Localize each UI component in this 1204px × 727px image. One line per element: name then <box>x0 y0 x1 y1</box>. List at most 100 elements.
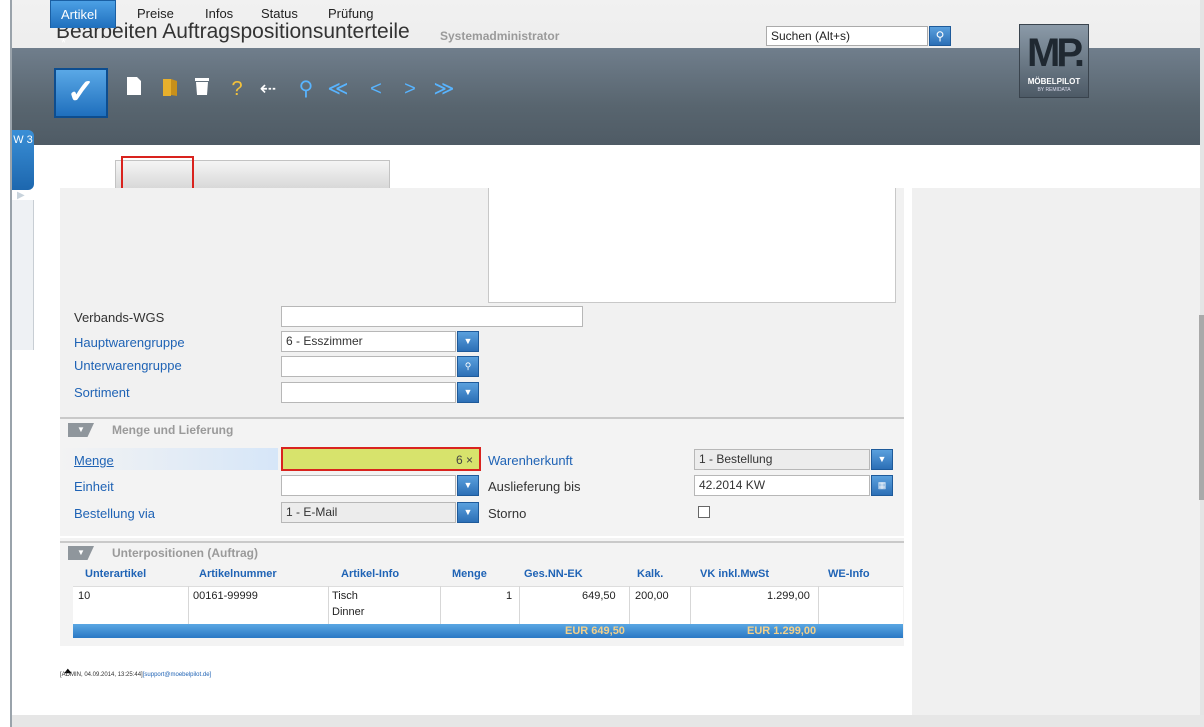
expand-arrow-icon[interactable]: ▶ <box>17 190 25 201</box>
search-input[interactable]: Suchen (Alt+s) <box>766 26 928 46</box>
bestellung-via-field[interactable]: 1 - E-Mail <box>281 502 456 523</box>
article-text-area[interactable] <box>488 188 896 303</box>
total-vk: EUR 1.299,00 <box>747 625 817 637</box>
sortiment-label[interactable]: Sortiment <box>74 385 130 400</box>
magnifier-icon: ⚲ <box>298 78 314 100</box>
collapse-icon[interactable]: ▼ <box>68 423 94 437</box>
search-button[interactable]: ⚲ <box>929 26 951 46</box>
chevron-down-icon: ▼ <box>463 480 473 490</box>
unterpositionen-header[interactable]: ▼ Unterpositionen (Auftrag) <box>60 543 904 563</box>
save-check-button[interactable]: ✓ <box>54 68 108 118</box>
first-icon: ≪ <box>327 78 349 100</box>
tab-preise[interactable]: Preise <box>127 0 189 28</box>
column-header-menge[interactable]: Menge <box>452 568 487 580</box>
sortiment-field[interactable] <box>281 382 456 403</box>
hauptwarengruppe-label[interactable]: Hauptwarengruppe <box>74 335 185 350</box>
chevron-down-icon: ▼ <box>877 454 887 464</box>
unterwarengruppe-label[interactable]: Unterwarengruppe <box>74 358 182 373</box>
warenherkunft-label[interactable]: Warenherkunft <box>488 453 573 468</box>
arrow-up-icon: 🢑 <box>64 656 72 672</box>
section-divider <box>60 417 904 419</box>
einheit-field[interactable] <box>281 475 456 496</box>
left-border <box>10 0 12 727</box>
collapse-icon[interactable]: ▼ <box>68 546 94 560</box>
column-header-ges-nn-ek[interactable]: Ges.NN-EK <box>524 568 583 580</box>
user-role-label: Systemadministrator <box>440 29 560 43</box>
new-document-button[interactable] <box>124 76 144 102</box>
window-switch-tab[interactable]: W 3 <box>12 130 34 190</box>
warenherkunft-dropdown[interactable]: ▼ <box>871 449 893 470</box>
unterwarengruppe-search-button[interactable]: ⚲ <box>457 356 479 377</box>
trash-icon <box>195 78 209 95</box>
chevron-down-icon: ▼ <box>463 387 473 397</box>
einheit-dropdown[interactable]: ▼ <box>457 475 479 496</box>
logo-label: MÖBELPILOT <box>1027 77 1081 86</box>
bottom-border <box>12 715 1204 727</box>
next-icon: > <box>404 78 416 100</box>
einheit-label[interactable]: Einheit <box>74 479 114 494</box>
tab-status[interactable]: Status <box>251 0 311 28</box>
cell-unterartikel: 10 <box>78 590 91 602</box>
previous-icon: < <box>370 78 382 100</box>
cell-menge: 1 <box>506 590 513 602</box>
column-header-vk[interactable]: VK inkl.MwSt <box>700 568 769 580</box>
menge-lieferung-header[interactable]: ▼ Menge und Lieferung <box>60 420 904 440</box>
hauptwarengruppe-field[interactable]: 6 - Esszimmer <box>281 331 456 352</box>
column-header-artikel-info[interactable]: Artikel-Info <box>341 568 399 580</box>
search-icon: ⚲ <box>935 29 945 43</box>
warenherkunft-field[interactable]: 1 - Bestellung <box>694 449 870 470</box>
search-record-button[interactable]: ⚲ <box>296 76 316 102</box>
open-folder-button[interactable] <box>160 76 182 102</box>
column-header-unterartikel[interactable]: Unterartikel <box>85 568 146 580</box>
storno-checkbox[interactable] <box>698 506 710 518</box>
total-ges-nn-ek: EUR 649,50 <box>565 625 625 637</box>
moebelpilot-logo: MP. MÖBELPILOT BY REMIDATA <box>1019 24 1089 98</box>
delete-button[interactable] <box>192 76 212 102</box>
new-document-icon <box>127 77 141 95</box>
footer-session-info: [ADMIN, 04.09.2014, 13:25:44] <box>60 672 143 678</box>
next-record-button[interactable]: > <box>402 76 418 102</box>
cell-artikelnummer: 00161-99999 <box>193 590 258 602</box>
footer-info: [ADMIN, 04.09.2014, 13:25:44][support@mo… <box>60 672 211 678</box>
column-header-kalk[interactable]: Kalk. <box>637 568 663 580</box>
chevron-down-icon: ▼ <box>463 507 473 517</box>
calendar-icon: ▦ <box>877 480 887 490</box>
last-record-button[interactable]: ≫ <box>432 76 456 102</box>
back-arrow-icon: ⇠ <box>259 78 277 100</box>
section-title: Unterpositionen (Auftrag) <box>112 546 258 560</box>
tab-infos[interactable]: Infos <box>195 0 245 28</box>
menge-label[interactable]: Menge <box>74 453 114 468</box>
back-button[interactable]: ⇠ <box>256 76 280 102</box>
verbands-wgs-label: Verbands-WGS <box>74 310 165 325</box>
sortiment-dropdown[interactable]: ▼ <box>457 382 479 403</box>
cell-kalk: 200,00 <box>635 590 669 602</box>
column-header-artikelnummer[interactable]: Artikelnummer <box>199 568 277 580</box>
first-record-button[interactable]: ≪ <box>326 76 350 102</box>
logo-mark: MP. <box>1027 31 1085 75</box>
tab-pruefung[interactable]: Prüfung <box>318 0 388 28</box>
cell-artikel-info-line1: Tisch <box>332 590 358 602</box>
calendar-button[interactable]: ▦ <box>871 475 893 496</box>
tab-artikel[interactable]: Artikel * <box>50 0 116 50</box>
auslieferung-bis-field[interactable]: 42.2014 KW <box>694 475 870 496</box>
scrollbar-thumb[interactable] <box>1199 315 1204 500</box>
column-header-we-info[interactable]: WE-Info <box>828 568 870 580</box>
section-title: Menge und Lieferung <box>112 423 234 437</box>
cell-ges-nn-ek: 649,50 <box>582 590 616 602</box>
help-button[interactable]: ? <box>228 76 246 102</box>
storno-label: Storno <box>488 506 527 521</box>
right-panel <box>912 188 1204 715</box>
help-icon: ? <box>231 78 243 100</box>
hauptwarengruppe-dropdown[interactable]: ▼ <box>457 331 479 352</box>
bestellung-via-dropdown[interactable]: ▼ <box>457 502 479 523</box>
support-email-link[interactable]: [support@moebelpilot.de] <box>143 672 211 678</box>
preise-tab-highlight <box>121 156 194 192</box>
verbands-wgs-field[interactable] <box>281 306 583 327</box>
search-icon: ⚲ <box>464 361 472 371</box>
unterwarengruppe-field[interactable] <box>281 356 456 377</box>
side-panel-strip <box>12 200 34 350</box>
previous-record-button[interactable]: < <box>368 76 384 102</box>
menge-field[interactable]: 6 × <box>281 447 481 471</box>
bestellung-via-label[interactable]: Bestellung via <box>74 506 155 521</box>
auslieferung-bis-label: Auslieferung bis <box>488 479 581 494</box>
